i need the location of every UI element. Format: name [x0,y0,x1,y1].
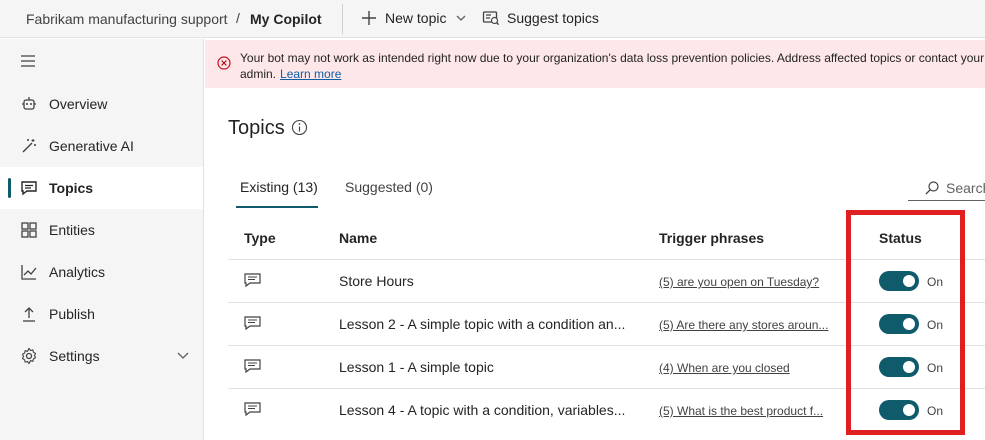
toolbar-divider [342,4,343,34]
column-header-type[interactable]: Type [244,230,276,246]
column-header-trigger-phrases[interactable]: Trigger phrases [659,230,764,246]
status-label: On [927,361,944,375]
chart-icon [21,265,37,280]
suggest-topics-icon [482,11,500,26]
status-label: On [927,318,944,332]
table-row[interactable]: Store Hours (5) are you open on Tuesday?… [228,259,985,302]
table-row[interactable]: Lesson 4 - A topic with a condition, var… [228,388,985,431]
top-bar: Fabrikam manufacturing support / My Copi… [0,0,985,38]
info-icon[interactable] [291,119,308,136]
entities-icon [21,222,37,238]
table-row[interactable]: Lesson 1 - A simple topic (4) When are y… [228,345,985,388]
sidebar-item-generative-ai[interactable]: Generative AI [0,125,203,167]
column-header-name[interactable]: Name [339,230,377,246]
trigger-phrases-link[interactable]: (5) What is the best product f... [659,404,823,418]
status-toggle[interactable] [879,314,919,334]
status-toggle[interactable] [879,400,919,420]
search-input[interactable]: Search [908,175,985,201]
status-label: On [927,404,944,418]
column-header-status[interactable]: Status [879,230,922,246]
sidebar-item-publish[interactable]: Publish [0,293,203,335]
banner-text: Your bot may not work as intended right … [240,51,985,81]
breadcrumb-bot-name[interactable]: My Copilot [250,11,322,27]
topic-chat-icon [244,359,261,374]
sidebar-item-analytics[interactable]: Analytics [0,251,203,293]
trigger-phrases-link[interactable]: (4) When are you closed [659,361,790,375]
toggle-knob [903,361,915,373]
hamburger-menu-icon[interactable] [20,54,36,71]
chat-icon [21,181,37,196]
learn-more-link[interactable]: Learn more [280,67,341,81]
upload-icon [23,307,35,322]
sidebar: Overview Generative AI Topics Entities A… [0,39,204,440]
trigger-phrases-link[interactable]: (5) Are there any stores aroun... [659,318,828,332]
topic-name[interactable]: Store Hours [339,273,414,289]
error-circle-icon [217,56,231,70]
chevron-down-icon[interactable] [176,348,190,362]
topic-name[interactable]: Lesson 2 - A simple topic with a conditi… [339,316,625,332]
gear-icon [21,347,37,365]
tab-existing[interactable]: Existing (13) [240,179,318,195]
sidebar-item-label: Overview [49,96,108,112]
breadcrumb-separator: / [236,10,240,26]
topic-chat-icon [244,402,261,417]
topic-chat-icon [244,273,261,288]
status-toggle[interactable] [879,357,919,377]
tab-selected-indicator [236,206,318,208]
sidebar-item-label: Generative AI [49,138,134,154]
tab-suggested[interactable]: Suggested (0) [345,179,433,195]
sidebar-item-label: Publish [49,306,95,322]
search-placeholder: Search [946,179,985,196]
topic-chat-icon [244,316,261,331]
sidebar-item-topics[interactable]: Topics [0,167,203,209]
search-icon [925,180,939,194]
toggle-knob [903,318,915,330]
sidebar-item-label: Entities [49,222,95,238]
table-row[interactable]: Lesson 2 - A simple topic with a conditi… [228,302,985,345]
status-toggle[interactable] [879,271,919,291]
topic-name[interactable]: Lesson 4 - A topic with a condition, var… [339,402,625,418]
sidebar-item-settings[interactable]: Settings [0,335,203,377]
status-label: On [927,275,944,289]
breadcrumb-org[interactable]: Fabrikam manufacturing support [26,11,228,27]
chevron-down-icon [457,15,466,21]
dlp-warning-banner: Your bot may not work as intended right … [205,40,985,88]
sidebar-item-label: Analytics [49,264,106,280]
sidebar-item-overview[interactable]: Overview [0,83,203,125]
suggest-topics-button[interactable]: Suggest topics [482,9,599,27]
plus-icon [362,11,376,25]
sidebar-item-entities[interactable]: Entities [0,209,203,251]
wand-icon [22,139,36,153]
page-title: Topics [228,117,285,139]
new-topic-button[interactable]: New topic [360,9,475,27]
overview-icon [22,97,36,110]
suggest-topics-label: Suggest topics [507,10,599,26]
sidebar-item-label: Topics [49,180,94,196]
topic-name[interactable]: Lesson 1 - A simple topic [339,359,494,375]
sidebar-item-label: Settings [49,348,100,364]
banner-message: Your bot may not work as intended right … [240,50,985,82]
toggle-knob [903,404,915,416]
trigger-phrases-link[interactable]: (5) are you open on Tuesday? [659,275,819,289]
toggle-knob [903,275,915,287]
new-topic-label: New topic [385,10,447,26]
